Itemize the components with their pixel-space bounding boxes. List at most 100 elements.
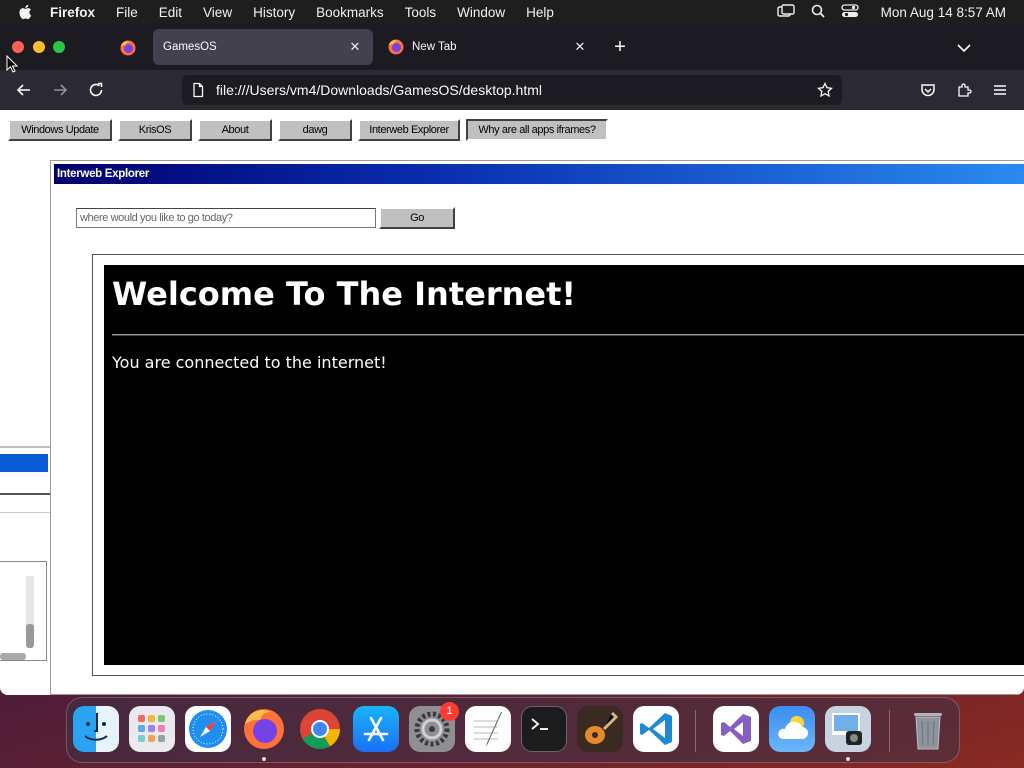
- hamburger-menu-icon: [994, 85, 1006, 95]
- dock-preview[interactable]: [825, 706, 871, 752]
- dock-firefox[interactable]: [241, 706, 287, 752]
- dock-visual-studio[interactable]: [713, 706, 759, 752]
- tab-label: New Tab: [412, 41, 457, 53]
- pinned-tab-firefox[interactable]: [110, 34, 146, 62]
- explorer-url-input[interactable]: [76, 208, 376, 228]
- horizontal-rule: [112, 334, 1024, 336]
- navigation-toolbar: [0, 70, 1024, 110]
- chrome-icon: [300, 709, 340, 749]
- connection-message: You are connected to the internet!: [112, 353, 387, 372]
- puzzle-piece-icon: [958, 83, 972, 97]
- internet-page: Welcome To The Internet! You are connect…: [104, 265, 1024, 665]
- dock-google-chrome[interactable]: [297, 706, 343, 752]
- running-indicator: [846, 757, 850, 761]
- window-close-button[interactable]: [12, 41, 24, 53]
- notification-badge: 1: [440, 702, 459, 721]
- preview-photos-icon: [832, 713, 862, 745]
- vscode-icon: [640, 713, 672, 745]
- dock-safari[interactable]: [185, 706, 231, 752]
- address-bar[interactable]: [182, 75, 842, 105]
- scrollbar-thumb[interactable]: [26, 624, 34, 648]
- pocket-icon: [921, 84, 935, 97]
- back-button[interactable]: [13, 79, 35, 101]
- menu-bookmarks[interactable]: Bookmarks: [316, 5, 384, 20]
- firefox-window: GamesOS ✕ New Tab ✕ + file:///Users/vm4/…: [0, 24, 1024, 695]
- window-minimize-button[interactable]: [33, 41, 45, 53]
- finder-icon: [84, 713, 108, 741]
- dock-launchpad[interactable]: [129, 706, 175, 752]
- tab-new-tab[interactable]: New Tab ✕: [378, 29, 598, 65]
- menu-edit[interactable]: Edit: [159, 5, 182, 20]
- dock-terminal[interactable]: [521, 706, 567, 752]
- menu-file[interactable]: File: [116, 5, 138, 20]
- dock-finder[interactable]: [73, 706, 119, 752]
- app-menu-button[interactable]: [989, 79, 1011, 101]
- tab-strip: GamesOS ✕ New Tab ✕ +: [0, 24, 1024, 70]
- app-button-why-iframes[interactable]: Why are all apps iframes?: [466, 119, 608, 141]
- firefox-icon: [120, 40, 136, 56]
- tab-close-icon[interactable]: ✕: [347, 39, 363, 55]
- tab-gamesos[interactable]: GamesOS ✕: [153, 29, 373, 65]
- reload-icon: [89, 82, 103, 97]
- app-button-krisos[interactable]: KrisOS: [118, 119, 192, 141]
- terminal-prompt-icon: [531, 718, 548, 730]
- pocket-button[interactable]: [917, 79, 939, 101]
- menu-tools[interactable]: Tools: [405, 5, 437, 20]
- divider: [0, 493, 50, 495]
- extensions-button[interactable]: [953, 79, 975, 101]
- horizontal-scrollbar[interactable]: [0, 653, 26, 660]
- app-store-icon: [363, 716, 389, 742]
- spotlight-search-icon[interactable]: [811, 4, 825, 21]
- menu-view[interactable]: View: [203, 5, 232, 20]
- app-button-dawg[interactable]: dawg: [278, 119, 352, 141]
- running-indicator: [262, 757, 266, 761]
- firefox-icon: [388, 39, 404, 55]
- dock-app-store[interactable]: [353, 706, 399, 752]
- background-window-frame: [0, 561, 47, 661]
- app-button-about[interactable]: About: [198, 119, 272, 141]
- new-tab-button[interactable]: +: [608, 36, 632, 60]
- forward-arrow-icon: [54, 84, 68, 96]
- menubar-clock[interactable]: Mon Aug 14 8:57 AM: [881, 5, 1006, 20]
- dock-separator: [889, 710, 890, 752]
- menu-help[interactable]: Help: [526, 5, 554, 20]
- explorer-iframe: Welcome To The Internet! You are connect…: [92, 254, 1024, 676]
- macos-dock: 1: [66, 697, 960, 763]
- bookmark-star-icon[interactable]: [814, 79, 836, 101]
- guitar-icon: [585, 711, 619, 744]
- dock-visual-studio-code[interactable]: [633, 706, 679, 752]
- back-arrow-icon: [16, 84, 30, 96]
- dock-textedit[interactable]: [465, 706, 511, 752]
- trash-icon: [914, 713, 942, 750]
- tab-label: GamesOS: [163, 41, 217, 53]
- control-center-icon[interactable]: [841, 3, 859, 21]
- apple-menu-icon[interactable]: [18, 4, 36, 20]
- dock-system-settings[interactable]: 1: [409, 702, 459, 752]
- app-button-interweb-explorer[interactable]: Interweb Explorer: [358, 119, 460, 141]
- go-button[interactable]: Go: [379, 207, 455, 229]
- window-titlebar[interactable]: Interweb Explorer: [54, 164, 1024, 184]
- dock-weather[interactable]: [769, 706, 815, 752]
- list-all-tabs-icon[interactable]: [953, 38, 975, 58]
- menu-window[interactable]: Window: [457, 5, 505, 20]
- dock-garageband[interactable]: [577, 706, 623, 752]
- dock-separator: [695, 710, 696, 752]
- menu-app-name[interactable]: Firefox: [50, 5, 95, 20]
- interweb-explorer-window: Interweb Explorer Go Welcome To The Inte…: [50, 160, 1024, 695]
- page-content: Windows Update KrisOS About dawg Interwe…: [0, 110, 1024, 695]
- window-zoom-button[interactable]: [53, 41, 65, 53]
- app-button-windows-update[interactable]: Windows Update: [8, 119, 112, 141]
- background-app-window[interactable]: [0, 446, 52, 693]
- background-window-titlebar[interactable]: [0, 454, 48, 472]
- reload-button[interactable]: [85, 79, 107, 101]
- menu-history[interactable]: History: [253, 5, 295, 20]
- forward-button[interactable]: [49, 79, 71, 101]
- screen-mirroring-icon[interactable]: [776, 3, 795, 21]
- visual-studio-icon: [721, 714, 751, 744]
- page-icon[interactable]: [190, 82, 206, 98]
- firefox-icon: [244, 709, 284, 749]
- tab-close-icon[interactable]: ✕: [572, 39, 588, 55]
- page-heading: Welcome To The Internet!: [112, 275, 576, 313]
- dock-trash[interactable]: [905, 706, 951, 752]
- url-input[interactable]: [216, 82, 814, 98]
